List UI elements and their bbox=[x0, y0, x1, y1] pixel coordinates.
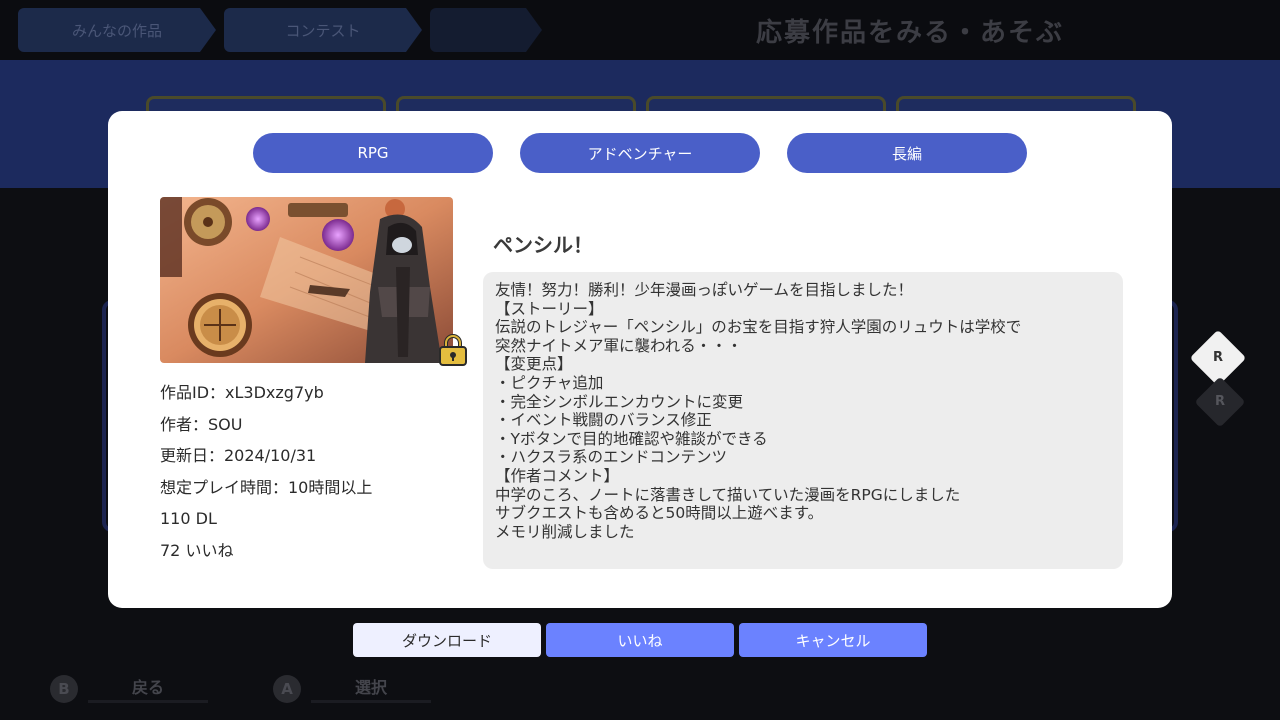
cancel-button[interactable]: キャンセル bbox=[739, 623, 927, 657]
work-downloads: 110 DL bbox=[160, 509, 217, 528]
game-description: 友情！努力！勝利！少年漫画っぽいゲームを目指しました！ 【ストーリー】 伝説のト… bbox=[483, 272, 1123, 569]
lock-icon bbox=[439, 334, 467, 366]
b-button-icon: B bbox=[50, 674, 78, 703]
r-button-label: R bbox=[1214, 394, 1225, 409]
game-title: ペンシル！ bbox=[493, 233, 593, 257]
breadcrumb-community-works[interactable]: みんなの作品 bbox=[18, 8, 216, 52]
work-author: 作者：SOU bbox=[160, 414, 243, 434]
work-id: 作品ID：xL3Dxzg7yb bbox=[160, 383, 324, 402]
r-button-label: R bbox=[1212, 350, 1223, 365]
like-button[interactable]: いいね bbox=[546, 623, 734, 657]
hint-select-label: 選択 bbox=[311, 674, 431, 703]
work-detail-modal: RPG アドベンチャー 長編 作品ID：xL3Dxzg7yb 作者：SOU 更新… bbox=[108, 111, 1172, 608]
hint-back-label: 戻る bbox=[88, 674, 208, 703]
r-button-secondary[interactable]: R bbox=[1194, 376, 1246, 428]
tag-adventure: アドベンチャー bbox=[520, 133, 760, 173]
work-playtime: 想定プレイ時間：10時間以上 bbox=[160, 477, 373, 497]
tag-long: 長編 bbox=[787, 133, 1027, 173]
breadcrumb-current bbox=[430, 8, 542, 52]
a-button-icon: A bbox=[273, 674, 301, 703]
hint-select[interactable]: A 選択 bbox=[273, 674, 431, 703]
hint-back[interactable]: B 戻る bbox=[50, 674, 208, 703]
work-metadata: 作品ID：xL3Dxzg7yb 作者：SOU 更新日：2024/10/31 想定… bbox=[160, 381, 372, 570]
page-title: 応募作品をみる・あそぶ bbox=[755, 17, 1064, 48]
game-thumbnail bbox=[160, 197, 453, 363]
work-updated: 更新日：2024/10/31 bbox=[160, 446, 317, 465]
tag-rpg: RPG bbox=[253, 133, 493, 173]
download-button[interactable]: ダウンロード bbox=[353, 623, 541, 657]
breadcrumb-contest[interactable]: コンテスト bbox=[224, 8, 422, 52]
work-likes: 72 いいね bbox=[160, 540, 234, 560]
